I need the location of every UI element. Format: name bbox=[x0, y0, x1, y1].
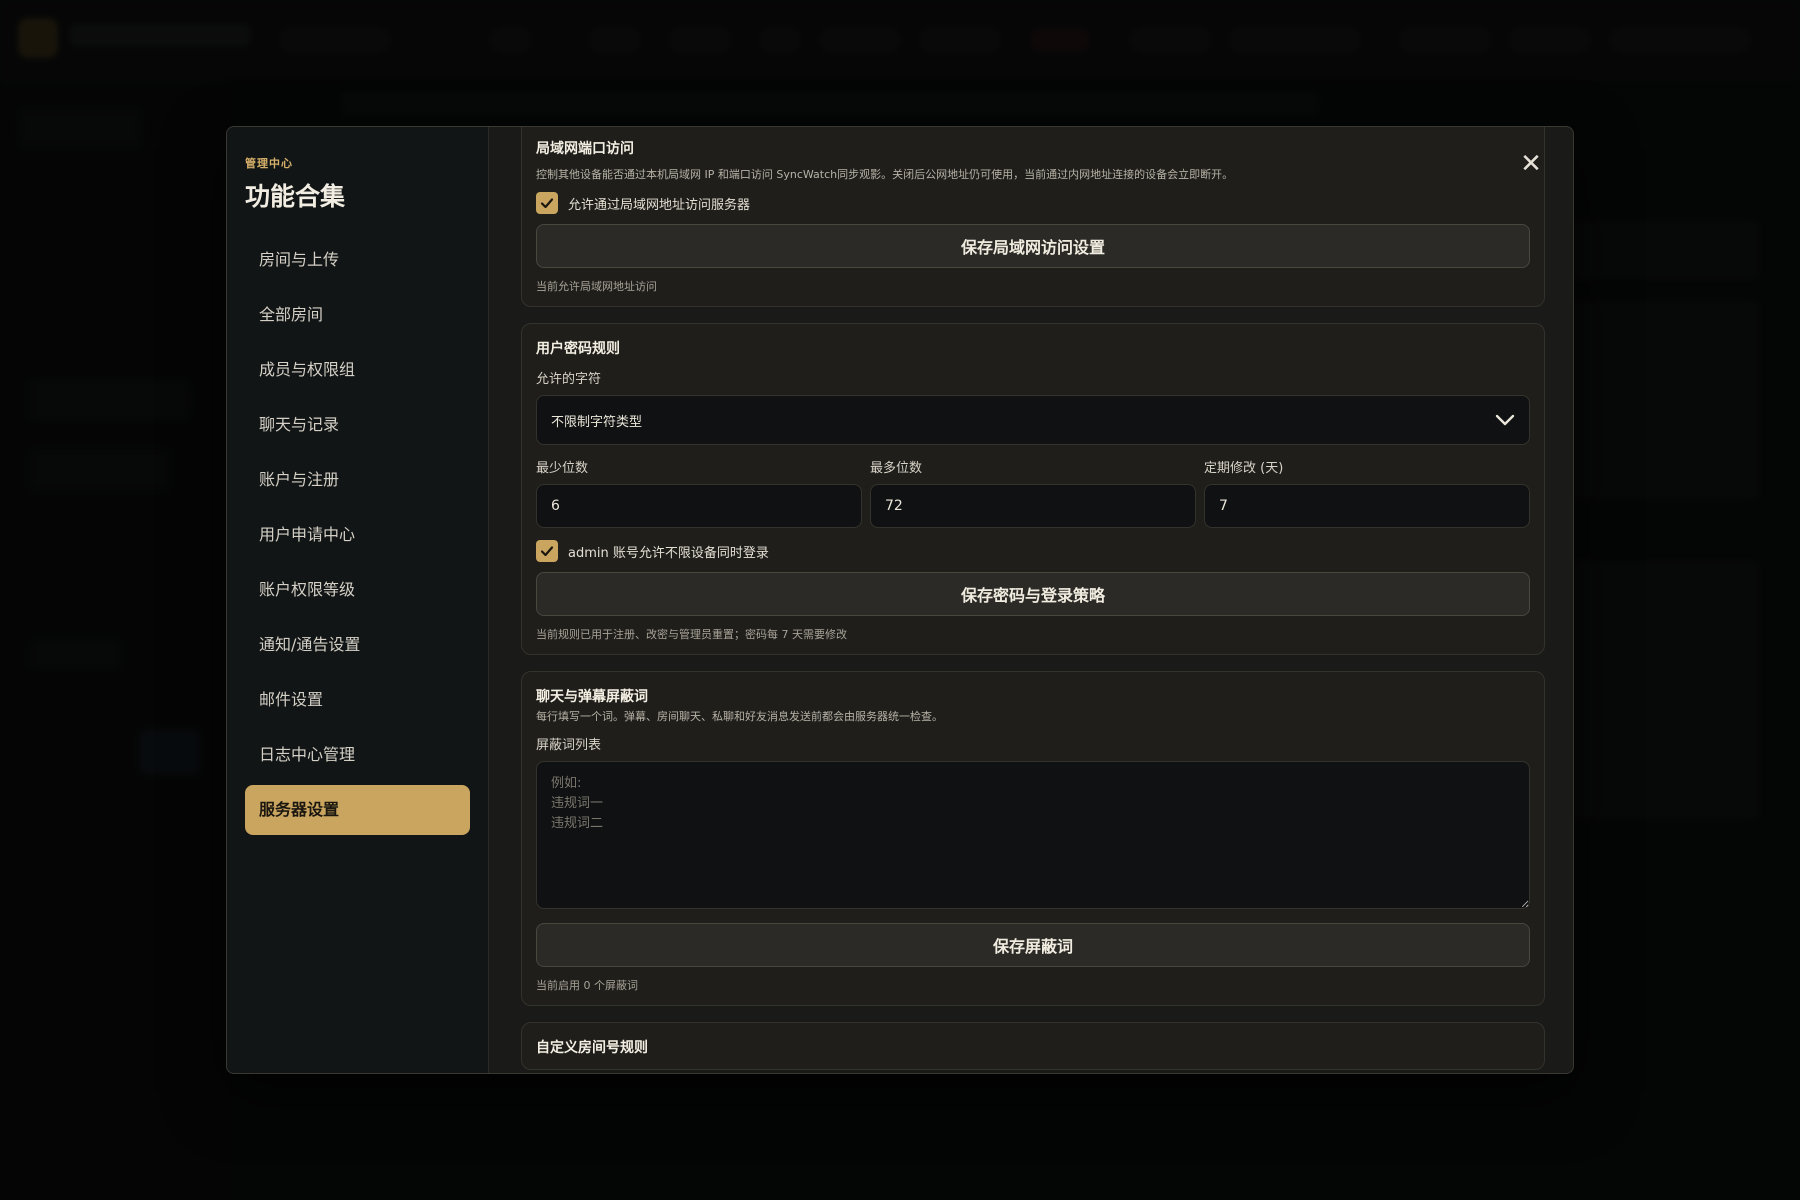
lan-access-description: 控制其他设备能否通过本机局域网 IP 和端口访问 SyncWatch同步观影。关… bbox=[536, 168, 1234, 181]
blocklist-textarea[interactable] bbox=[536, 761, 1530, 909]
sidebar-item-members-groups[interactable]: 成员与权限组 bbox=[245, 345, 470, 395]
modal-sidebar: 管理中心 功能合集 房间与上传 全部房间 成员与权限组 聊天与记录 账户与注册 … bbox=[227, 127, 489, 1073]
sidebar-title: 功能合集 bbox=[245, 182, 346, 211]
chevron-down-icon bbox=[1495, 414, 1515, 426]
sidebar-item-notifications[interactable]: 通知/通告设置 bbox=[245, 620, 470, 670]
modal-content[interactable]: ✕ 局域网端口访问 控制其他设备能否通过本机局域网 IP 和端口访问 SyncW… bbox=[489, 127, 1573, 1073]
max-length-input[interactable] bbox=[870, 484, 1196, 528]
lan-access-title: 局域网端口访问 bbox=[536, 141, 634, 157]
close-icon[interactable]: ✕ bbox=[1519, 151, 1543, 177]
room-number-rules-title: 自定义房间号规则 bbox=[536, 1040, 648, 1056]
password-rules-title: 用户密码规则 bbox=[536, 341, 620, 357]
blocklist-description: 每行填写一个词。弹幕、房间聊天、私聊和好友消息发送前都会由服务器统一检查。 bbox=[536, 710, 943, 723]
blocklist-card: 聊天与弹幕屏蔽词 每行填写一个词。弹幕、房间聊天、私聊和好友消息发送前都会由服务… bbox=[521, 671, 1545, 1006]
sidebar-item-chat-records[interactable]: 聊天与记录 bbox=[245, 400, 470, 450]
blocklist-label: 屏蔽词列表 bbox=[536, 738, 602, 753]
checkmark-icon bbox=[540, 198, 554, 209]
lan-access-checkbox[interactable] bbox=[536, 192, 558, 214]
sidebar-menu: 房间与上传 全部房间 成员与权限组 聊天与记录 账户与注册 用户申请中心 账户权… bbox=[245, 235, 470, 835]
expire-days-input[interactable] bbox=[1204, 484, 1530, 528]
save-lan-settings-button[interactable]: 保存局域网访问设置 bbox=[536, 224, 1530, 268]
sidebar-item-user-requests[interactable]: 用户申请中心 bbox=[245, 510, 470, 560]
lan-access-status: 当前允许局域网地址访问 bbox=[536, 280, 657, 293]
lan-access-checkbox-row[interactable]: 允许通过局域网地址访问服务器 bbox=[536, 192, 1530, 214]
admin-modal: 管理中心 功能合集 房间与上传 全部房间 成员与权限组 聊天与记录 账户与注册 … bbox=[226, 126, 1574, 1074]
expire-days-label: 定期修改 (天) bbox=[1204, 461, 1284, 476]
blocklist-title: 聊天与弹幕屏蔽词 bbox=[536, 689, 648, 705]
expire-days-column: 定期修改 (天) bbox=[1204, 447, 1530, 528]
sidebar-item-account-levels[interactable]: 账户权限等级 bbox=[245, 565, 470, 615]
lan-access-checkbox-label: 允许通过局域网地址访问服务器 bbox=[568, 197, 751, 213]
checkmark-icon bbox=[540, 546, 554, 557]
sidebar-item-all-rooms[interactable]: 全部房间 bbox=[245, 290, 470, 340]
max-length-column: 最多位数 bbox=[870, 447, 1196, 528]
charset-select-value: 不限制字符类型 bbox=[551, 414, 643, 430]
admin-login-checkbox[interactable] bbox=[536, 540, 558, 562]
max-length-label: 最多位数 bbox=[870, 461, 923, 476]
sidebar-item-accounts-registration[interactable]: 账户与注册 bbox=[245, 455, 470, 505]
min-length-label: 最少位数 bbox=[536, 461, 589, 476]
min-length-input[interactable] bbox=[536, 484, 862, 528]
save-password-policy-button[interactable]: 保存密码与登录策略 bbox=[536, 572, 1530, 616]
sidebar-item-rooms-upload[interactable]: 房间与上传 bbox=[245, 235, 470, 285]
password-rules-status: 当前规则已用于注册、改密与管理员重置；密码每 7 天需要修改 bbox=[536, 628, 847, 641]
sidebar-item-log-center[interactable]: 日志中心管理 bbox=[245, 730, 470, 780]
room-number-rules-card: 自定义房间号规则 bbox=[521, 1022, 1545, 1070]
admin-login-checkbox-label: admin 账号允许不限设备同时登录 bbox=[568, 545, 769, 561]
admin-login-checkbox-row[interactable]: admin 账号允许不限设备同时登录 bbox=[536, 540, 1530, 562]
min-length-column: 最少位数 bbox=[536, 447, 862, 528]
save-blocklist-button[interactable]: 保存屏蔽词 bbox=[536, 923, 1530, 967]
password-rules-card: 用户密码规则 允许的字符 不限制字符类型 最少位数 最多位数 定期修改 (天) bbox=[521, 323, 1545, 655]
sidebar-item-mail-settings[interactable]: 邮件设置 bbox=[245, 675, 470, 725]
sidebar-kicker: 管理中心 bbox=[245, 157, 293, 170]
lan-access-card: 局域网端口访问 控制其他设备能否通过本机局域网 IP 和端口访问 SyncWat… bbox=[521, 127, 1545, 307]
blocklist-status: 当前启用 0 个屏蔽词 bbox=[536, 979, 638, 992]
password-length-grid: 最少位数 最多位数 定期修改 (天) bbox=[536, 447, 1530, 528]
charset-label: 允许的字符 bbox=[536, 372, 602, 387]
charset-select[interactable]: 不限制字符类型 bbox=[536, 395, 1530, 445]
sidebar-item-server-settings[interactable]: 服务器设置 bbox=[245, 785, 470, 835]
